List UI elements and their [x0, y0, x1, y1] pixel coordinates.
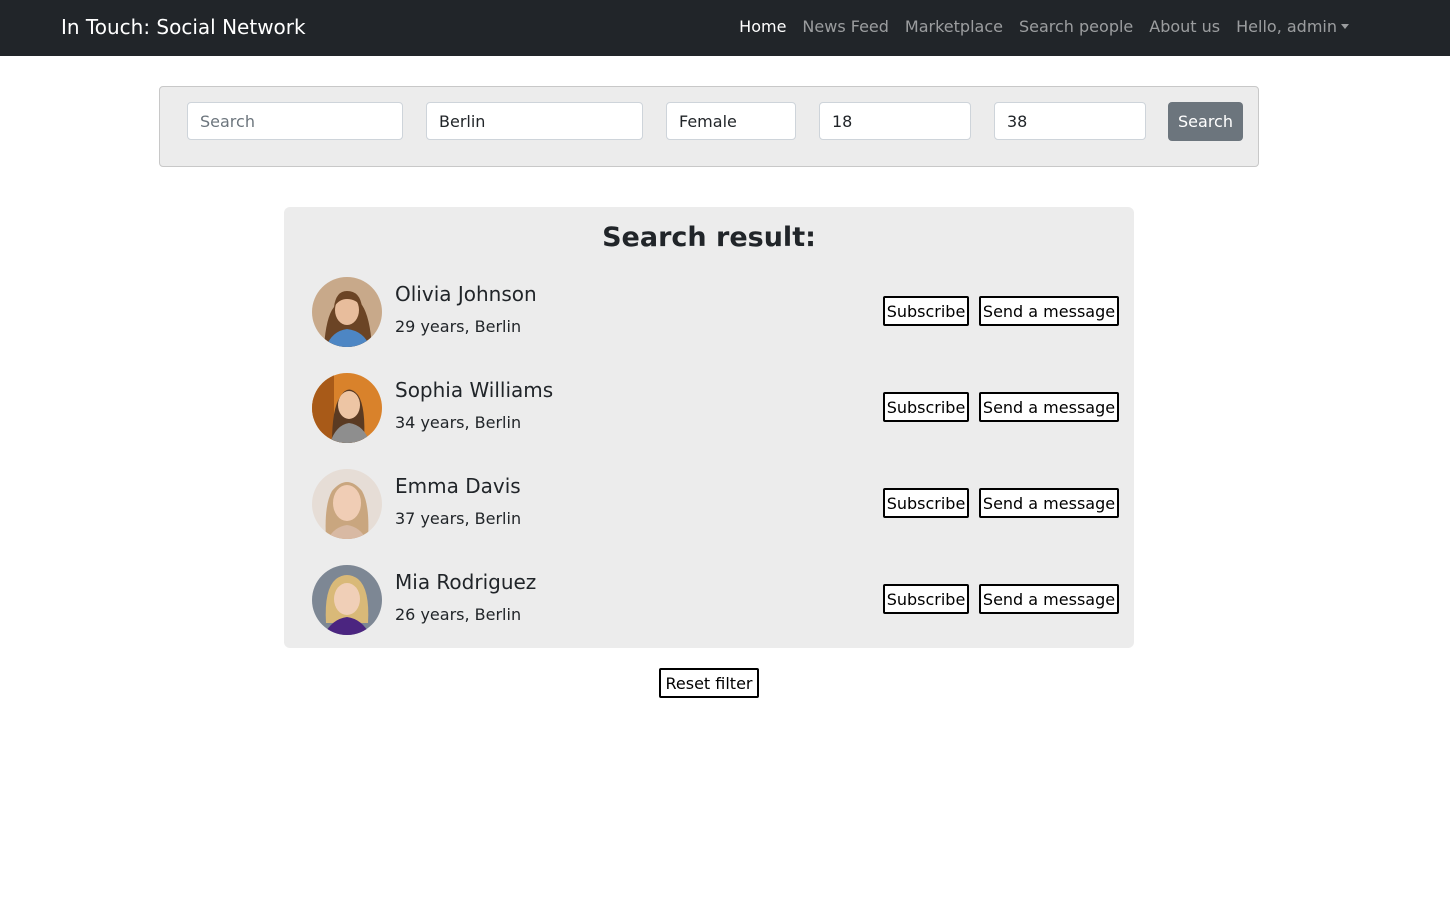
brand-link[interactable]: In Touch: Social Network [61, 15, 306, 39]
person-card: Mia Rodriguez 26 years, Berlin Subscribe… [312, 565, 1120, 635]
caret-down-icon [1341, 24, 1349, 29]
send-message-button[interactable]: Send a message [979, 584, 1119, 614]
send-message-button[interactable]: Send a message [979, 392, 1119, 422]
search-button[interactable]: Search [1168, 102, 1243, 141]
search-results-panel: Search result: Olivia Johnson 29 years, … [284, 207, 1134, 648]
person-info: 37 years, Berlin [395, 509, 522, 528]
search-filter-form: Search [159, 86, 1259, 167]
nav-search-people[interactable]: Search people [1019, 17, 1133, 36]
person-name[interactable]: Emma Davis [395, 474, 521, 498]
person-name[interactable]: Sophia Williams [395, 378, 553, 402]
send-message-button[interactable]: Send a message [979, 488, 1119, 518]
nav-marketplace[interactable]: Marketplace [905, 17, 1003, 36]
reset-filter-button[interactable]: Reset filter [659, 668, 759, 698]
avatar[interactable] [312, 373, 382, 443]
subscribe-button[interactable]: Subscribe [883, 296, 969, 326]
nav-links: Home News Feed Marketplace Search people… [739, 17, 1349, 36]
top-navbar: In Touch: Social Network Home News Feed … [0, 0, 1450, 56]
search-input[interactable] [187, 102, 403, 140]
person-card: Olivia Johnson 29 years, Berlin Subscrib… [312, 277, 1120, 347]
send-message-button[interactable]: Send a message [979, 296, 1119, 326]
city-input[interactable] [426, 102, 643, 140]
results-title: Search result: [602, 222, 816, 253]
age-from-input[interactable] [819, 102, 971, 140]
nav-news-feed[interactable]: News Feed [802, 17, 889, 36]
avatar[interactable] [312, 277, 382, 347]
subscribe-button[interactable]: Subscribe [883, 488, 969, 518]
person-name[interactable]: Mia Rodriguez [395, 570, 536, 594]
user-menu-label: Hello, admin [1236, 17, 1337, 36]
person-card: Sophia Williams 34 years, Berlin Subscri… [312, 373, 1120, 443]
subscribe-button[interactable]: Subscribe [883, 584, 969, 614]
user-menu-dropdown[interactable]: Hello, admin [1236, 17, 1349, 36]
gender-input[interactable] [666, 102, 796, 140]
person-card: Emma Davis 37 years, Berlin Subscribe Se… [312, 469, 1120, 539]
avatar[interactable] [312, 469, 382, 539]
person-info: 26 years, Berlin [395, 605, 522, 624]
person-info: 34 years, Berlin [395, 413, 522, 432]
avatar[interactable] [312, 565, 382, 635]
nav-about-us[interactable]: About us [1149, 17, 1220, 36]
person-info: 29 years, Berlin [395, 317, 522, 336]
age-to-input[interactable] [994, 102, 1146, 140]
person-name[interactable]: Olivia Johnson [395, 282, 537, 306]
nav-home[interactable]: Home [739, 17, 786, 36]
subscribe-button[interactable]: Subscribe [883, 392, 969, 422]
